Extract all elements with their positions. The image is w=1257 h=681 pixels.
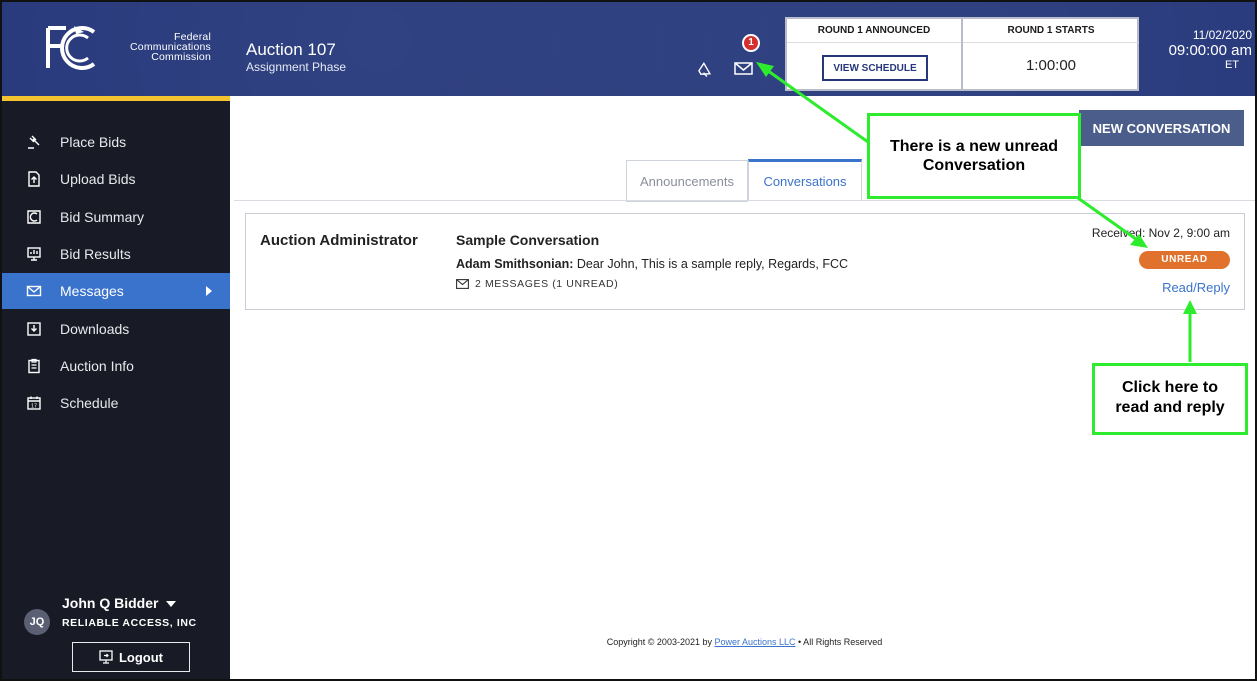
round-announced-panel: ROUND 1 ANNOUNCED VIEW SCHEDULE [787,19,963,89]
callout-line: Conversation [922,157,1026,174]
power-auctions-link[interactable]: Power Auctions LLC [714,637,795,647]
unread-count-badge: 1 [742,34,760,52]
footer-copyright: Copyright © 2003-2021 by Power Auctions … [234,637,1255,647]
fcc-logo: Federal Communications Commission [32,18,232,78]
caret-down-icon[interactable] [166,601,176,607]
preview-author: Adam Smithsonian: [456,257,574,271]
auction-title: Auction 107 [246,40,336,59]
sidebar-item-bid-results[interactable]: Bid Results [2,236,230,272]
conversation-card[interactable]: Auction Administrator Sample Conversatio… [245,213,1245,310]
auction-phase: Assignment Phase [246,60,347,74]
fcc-seal-icon [46,26,96,70]
current-datetime: 11/02/2020 09:00:00 am ET [1152,28,1252,71]
annotation-unread-callout: There is a new unread Conversation [867,113,1081,199]
top-header: Federal Communications Commission Auctio… [2,2,1255,96]
timezone: ET [1224,59,1240,71]
sidebar-item-label: Messages [60,283,124,299]
avatar: JQ [24,609,50,635]
sidebar-item-schedule[interactable]: 17 Schedule [2,385,230,421]
copyright-prefix: Copyright © 2003-2021 by [606,637,715,647]
round-status-panel: ROUND 1 ANNOUNCED VIEW SCHEDULE ROUND 1 … [785,17,1139,91]
sidebar-item-messages[interactable]: Messages [2,273,230,309]
logout-button[interactable]: Logout [72,642,190,672]
monitor-icon [99,650,113,664]
logout-label: Logout [118,649,164,665]
sidebar-item-auction-info[interactable]: Auction Info [2,348,230,384]
chart-icon [26,209,42,225]
message-count: 2 MESSAGES (1 UNREAD) [456,278,618,290]
annotation-reply-callout: Click here to read and reply [1092,363,1248,435]
results-icon [26,246,42,262]
status-badge: UNREAD [1139,251,1230,269]
callout-line: There is a new unread [889,138,1059,155]
tab-label: Conversations [763,174,847,189]
gavel-icon [26,134,42,150]
tab-divider [234,200,1255,201]
app-window: Federal Communications Commission Auctio… [0,0,1257,681]
sidebar-item-label: Bid Summary [60,209,145,225]
round-starts-countdown: 1:00:00 [1025,57,1077,74]
round-starts-label: ROUND 1 STARTS [963,25,1139,43]
upload-file-icon [26,171,42,187]
sidebar-item-downloads[interactable]: Downloads [2,311,230,347]
chevron-right-icon [206,286,212,296]
svg-text:17: 17 [31,404,37,410]
sidebar-item-label: Place Bids [60,134,127,150]
current-time: 09:00:00 am [1168,42,1252,59]
clipboard-icon [26,358,42,374]
sidebar-item-label: Schedule [60,395,119,411]
agency-name: Federal Communications Commission [116,32,211,63]
view-schedule-button[interactable]: VIEW SCHEDULE [822,55,928,81]
user-organization: RELIABLE ACCESS, INC [62,617,197,629]
preview-text: Dear John, This is a sample reply, Regar… [573,257,849,271]
envelope-icon [26,283,42,299]
sidebar: Place Bids Upload Bids Bid Summary Bid R… [2,96,230,679]
user-name[interactable]: John Q Bidder [62,595,158,611]
sidebar-item-label: Upload Bids [60,171,136,187]
calendar-icon: 17 [26,395,42,411]
callout-line: Click here to [1121,379,1219,396]
received-timestamp: Received: Nov 2, 9:00 am [1091,226,1230,240]
envelope-icon [456,279,469,289]
conversation-preview: Adam Smithsonian: Dear John, This is a s… [456,257,848,271]
agency-line-3: Commission [151,51,211,63]
round-starts-panel: ROUND 1 STARTS 1:00:00 [963,19,1139,89]
new-conversation-button[interactable]: NEW CONVERSATION [1079,110,1244,146]
current-date: 11/02/2020 [1192,28,1252,42]
round-announced-label: ROUND 1 ANNOUNCED [787,25,961,43]
sidebar-item-upload-bids[interactable]: Upload Bids [2,161,230,197]
tab-conversations[interactable]: Conversations [748,159,862,201]
megaphone-icon[interactable] [696,59,716,79]
sidebar-item-label: Auction Info [60,358,134,374]
conversation-sender: Auction Administrator [260,232,418,249]
download-icon [26,321,42,337]
callout-line: read and reply [1115,399,1225,416]
tab-announcements[interactable]: Announcements [626,160,748,202]
read-reply-link[interactable]: Read/Reply [1162,280,1230,295]
message-count-label: 2 MESSAGES (1 UNREAD) [475,278,619,290]
copyright-suffix: • All Rights Reserved [795,637,883,647]
sidebar-item-label: Downloads [60,321,130,337]
sidebar-item-label: Bid Results [60,246,131,262]
sidebar-item-place-bids[interactable]: Place Bids [2,124,230,160]
tab-label: Announcements [640,173,734,189]
conversation-subject: Sample Conversation [456,232,600,248]
sidebar-item-bid-summary[interactable]: Bid Summary [2,199,230,235]
